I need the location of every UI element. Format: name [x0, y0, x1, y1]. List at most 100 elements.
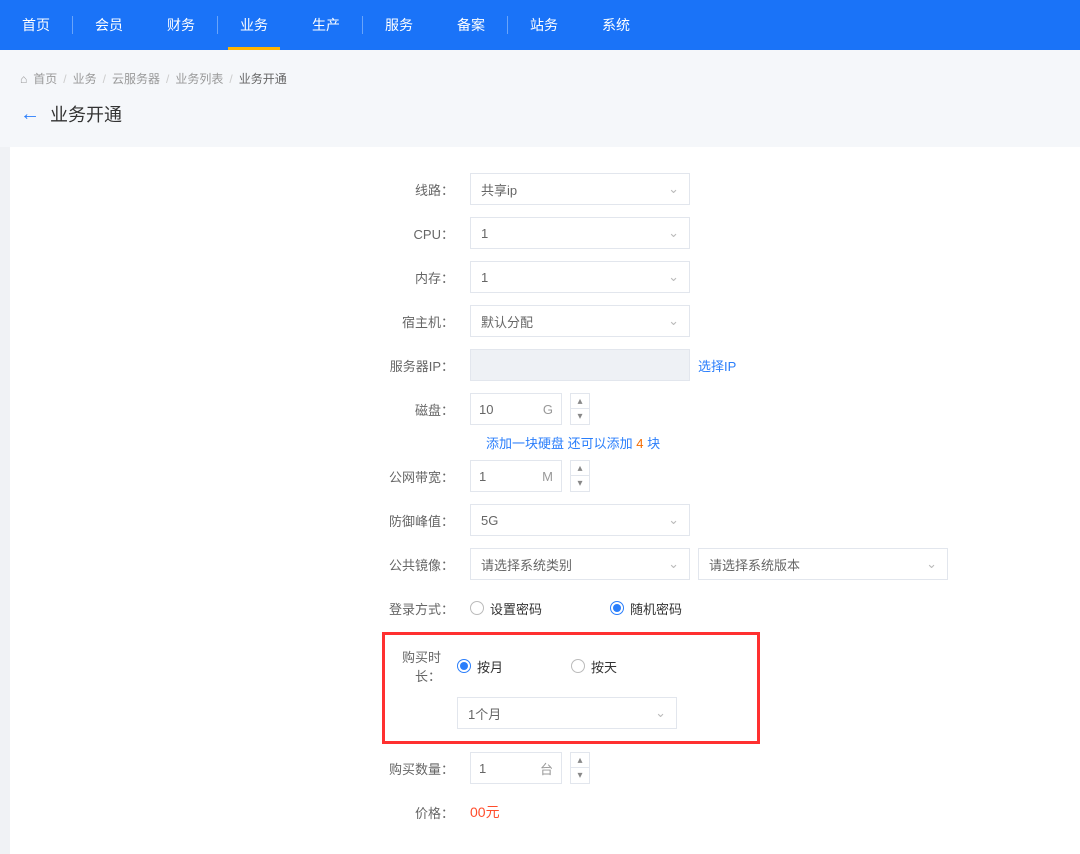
chevron-down-icon: ⌄	[655, 705, 666, 721]
row-defense: 防御峰值： 5G ⌄	[10, 498, 1080, 542]
disk-spinner: ▴ ▾	[570, 393, 590, 425]
label-qty: 购买数量：	[10, 759, 470, 778]
nav-service[interactable]: 服务	[363, 0, 435, 50]
select-host[interactable]: 默认分配 ⌄	[470, 305, 690, 337]
page-title: 业务开通	[50, 101, 122, 127]
chevron-down-icon: ⌄	[926, 556, 937, 572]
price-value: 00元	[470, 802, 500, 822]
crumb-cloud[interactable]: 云服务器	[112, 70, 160, 87]
breadcrumb: ⌂ 首页/ 业务/ 云服务器/ 业务列表/ 业务开通	[0, 50, 1080, 97]
radio-by-month[interactable]: 按月	[457, 657, 503, 676]
qty-spinner: ▴ ▾	[570, 752, 590, 784]
pick-ip-link[interactable]: 选择IP	[698, 356, 736, 375]
label-line: 线路：	[10, 180, 470, 199]
crumb-sep: /	[166, 72, 169, 86]
select-placeholder: 请选择系统类别	[481, 555, 572, 574]
crumb-home[interactable]: 首页	[33, 70, 57, 87]
disk-up-button[interactable]: ▴	[571, 394, 589, 409]
chevron-down-icon: ⌄	[668, 269, 679, 285]
radio-icon	[457, 659, 471, 673]
row-image: 公共镜像： 请选择系统类别 ⌄ 请选择系统版本 ⌄	[10, 542, 1080, 586]
select-value: 1个月	[468, 704, 501, 723]
nav-home[interactable]: 首页	[0, 0, 72, 50]
qty-up-button[interactable]: ▴	[571, 753, 589, 768]
nav-label: 会员	[95, 15, 123, 35]
add-disk-link[interactable]: 添加一块硬盘 还可以添加 4 块	[486, 436, 660, 451]
row-disk: 磁盘： 10 G ▴ ▾	[10, 387, 1080, 431]
radio-label: 设置密码	[490, 599, 542, 618]
row-line: 线路： 共享ip ⌄	[10, 167, 1080, 211]
row-cpu: CPU： 1 ⌄	[10, 211, 1080, 255]
select-line[interactable]: 共享ip ⌄	[470, 173, 690, 205]
select-value: 默认分配	[481, 312, 533, 331]
nav-system[interactable]: 系统	[580, 0, 652, 50]
bandwidth-up-button[interactable]: ▴	[571, 461, 589, 476]
radio-by-day[interactable]: 按天	[571, 657, 617, 676]
row-host: 宿主机： 默认分配 ⌄	[10, 299, 1080, 343]
row-server-ip: 服务器IP： 选择IP	[10, 343, 1080, 387]
bandwidth-down-button[interactable]: ▾	[571, 476, 589, 491]
select-duration[interactable]: 1个月 ⌄	[457, 697, 677, 729]
label-server-ip: 服务器IP：	[10, 356, 470, 375]
chevron-down-icon: ⌄	[668, 225, 679, 241]
select-image-version[interactable]: 请选择系统版本 ⌄	[698, 548, 948, 580]
page-header: ← 业务开通	[0, 97, 1080, 147]
disk-input[interactable]: 10 G	[470, 393, 562, 425]
row-duration-value: 1个月 ⌄	[385, 691, 757, 735]
qty-unit: 台	[540, 759, 553, 778]
crumb-current: 业务开通	[239, 70, 287, 87]
disk-value: 10	[479, 402, 493, 417]
select-image-category[interactable]: 请选择系统类别 ⌄	[470, 548, 690, 580]
crumb-sep: /	[229, 72, 232, 86]
top-nav: 首页 会员 财务 业务 生产 服务 备案 站务 系统	[0, 0, 1080, 50]
bandwidth-value: 1	[479, 469, 486, 484]
home-icon: ⌂	[20, 72, 27, 86]
row-qty: 购买数量： 1 台 ▴ ▾	[10, 746, 1080, 790]
bandwidth-spinner: ▴ ▾	[570, 460, 590, 492]
label-price: 价格：	[10, 803, 470, 822]
radio-label: 按月	[477, 657, 503, 676]
nav-production[interactable]: 生产	[290, 0, 362, 50]
row-bandwidth: 公网带宽： 1 M ▴ ▾	[10, 454, 1080, 498]
qty-input[interactable]: 1 台	[470, 752, 562, 784]
nav-label: 系统	[602, 15, 630, 35]
select-memory[interactable]: 1 ⌄	[470, 261, 690, 293]
select-value: 1	[481, 226, 488, 241]
nav-label: 站务	[530, 15, 558, 35]
select-value: 5G	[481, 513, 498, 528]
disk-down-button[interactable]: ▾	[571, 409, 589, 424]
back-arrow-icon[interactable]: ←	[20, 103, 40, 126]
radio-icon	[470, 601, 484, 615]
nav-label: 服务	[385, 15, 413, 35]
radio-label: 随机密码	[630, 599, 682, 618]
row-duration-radio: 购买时长： 按月 按天	[385, 641, 757, 691]
label-bandwidth: 公网带宽：	[10, 467, 470, 486]
side-gutter	[0, 147, 10, 854]
radio-set-password[interactable]: 设置密码	[470, 599, 542, 618]
crumb-list[interactable]: 业务列表	[175, 70, 223, 87]
label-login: 登录方式：	[10, 599, 470, 618]
select-cpu[interactable]: 1 ⌄	[470, 217, 690, 249]
nav-site[interactable]: 站务	[508, 0, 580, 50]
row-price: 价格： 00元	[10, 790, 1080, 834]
qty-down-button[interactable]: ▾	[571, 768, 589, 783]
nav-label: 财务	[167, 15, 195, 35]
crumb-biz[interactable]: 业务	[73, 70, 97, 87]
form-panel: 线路： 共享ip ⌄ CPU： 1 ⌄ 内存： 1	[10, 147, 1080, 854]
nav-member[interactable]: 会员	[73, 0, 145, 50]
label-duration: 购买时长：	[385, 647, 457, 685]
crumb-sep: /	[63, 72, 66, 86]
radio-random-password[interactable]: 随机密码	[610, 599, 682, 618]
radio-icon	[571, 659, 585, 673]
nav-business[interactable]: 业务	[218, 0, 290, 50]
nav-label: 备案	[457, 15, 485, 35]
nav-finance[interactable]: 财务	[145, 0, 217, 50]
label-defense: 防御峰值：	[10, 511, 470, 530]
duration-highlight-box: 购买时长： 按月 按天 1个月 ⌄	[382, 632, 760, 744]
select-defense[interactable]: 5G ⌄	[470, 504, 690, 536]
nav-record[interactable]: 备案	[435, 0, 507, 50]
select-value: 1	[481, 270, 488, 285]
disk-unit: G	[543, 402, 553, 417]
bandwidth-input[interactable]: 1 M	[470, 460, 562, 492]
bandwidth-unit: M	[542, 469, 553, 484]
